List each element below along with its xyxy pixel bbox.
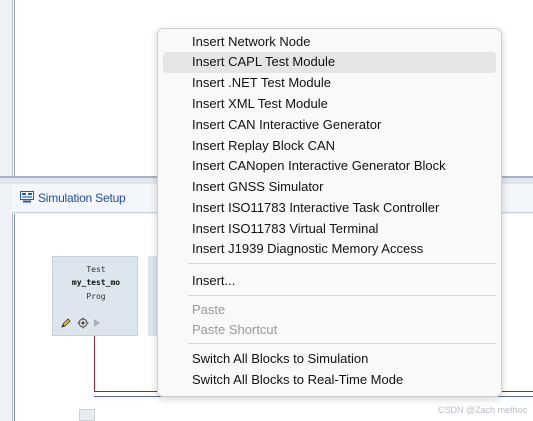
menu-item-insert-xml-test-module[interactable]: Insert XML Test Module bbox=[163, 94, 496, 115]
play-icon[interactable] bbox=[93, 319, 101, 327]
menu-item-insert-more[interactable]: Insert... bbox=[163, 271, 496, 292]
menu-item-insert-can-interactive-generator[interactable]: Insert CAN Interactive Generator bbox=[163, 115, 496, 136]
menu-separator bbox=[188, 263, 496, 264]
watermark: CSDN @Zach methoc bbox=[438, 405, 528, 415]
menu-item-label: Insert XML Test Module bbox=[192, 96, 328, 111]
menu-item-switch-to-simulation[interactable]: Switch All Blocks to Simulation bbox=[163, 349, 496, 370]
menu-separator bbox=[188, 343, 496, 344]
menu-item-insert-network-node[interactable]: Insert Network Node bbox=[163, 32, 496, 53]
menu-item-label: Insert Replay Block CAN bbox=[192, 138, 336, 153]
upper-left-strip bbox=[0, 0, 13, 178]
menu-item-label: Paste bbox=[192, 302, 226, 317]
simulation-left-strip bbox=[0, 184, 13, 421]
pencil-icon[interactable] bbox=[60, 317, 72, 329]
connection-line bbox=[94, 336, 95, 392]
menu-item-label: Insert ISO11783 Interactive Task Control… bbox=[192, 200, 440, 215]
menu-item-insert-j1939-diagnostic-memory-access[interactable]: Insert J1939 Diagnostic Memory Access bbox=[163, 239, 496, 260]
block-name-label: my_test_mo bbox=[71, 278, 121, 287]
simulation-setup-icon bbox=[20, 191, 34, 203]
menu-item-label: Switch All Blocks to Simulation bbox=[192, 351, 369, 366]
block-kind-label: Prog bbox=[86, 292, 106, 301]
menu-item-insert-iso11783-task-controller[interactable]: Insert ISO11783 Interactive Task Control… bbox=[163, 198, 496, 219]
menu-item-insert-net-test-module[interactable]: Insert .NET Test Module bbox=[163, 73, 496, 94]
upper-pane-border bbox=[14, 0, 15, 176]
simulation-setup-title: Simulation Setup bbox=[38, 191, 126, 205]
test-module-block[interactable]: Test my_test_mo Prog bbox=[52, 256, 138, 336]
block-type-label: Test bbox=[86, 265, 106, 274]
menu-item-label: Insert... bbox=[192, 273, 236, 288]
menu-item-insert-iso11783-virtual-terminal[interactable]: Insert ISO11783 Virtual Terminal bbox=[163, 219, 496, 240]
menu-separator bbox=[188, 295, 496, 296]
menu-item-label: Insert CAPL Test Module bbox=[192, 54, 336, 69]
menu-item-label: Insert CAN Interactive Generator bbox=[192, 117, 382, 132]
menu-item-label: Insert CANopen Interactive Generator Blo… bbox=[192, 158, 446, 173]
menu-item-label: Insert Network Node bbox=[192, 34, 311, 49]
menu-item-insert-gnss-simulator[interactable]: Insert GNSS Simulator bbox=[163, 177, 496, 198]
menu-item-paste-shortcut: Paste Shortcut bbox=[163, 320, 496, 341]
menu-item-label: Insert .NET Test Module bbox=[192, 75, 331, 90]
menu-item-label: Switch All Blocks to Real-Time Mode bbox=[192, 372, 404, 387]
menu-item-label: Insert ISO11783 Virtual Terminal bbox=[192, 221, 379, 236]
menu-item-label: Insert J1939 Diagnostic Memory Access bbox=[192, 241, 424, 256]
menu-item-label: Insert GNSS Simulator bbox=[192, 179, 324, 194]
menu-item-insert-canopen-interactive-generator[interactable]: Insert CANopen Interactive Generator Blo… bbox=[163, 156, 496, 177]
menu-item-label: Paste Shortcut bbox=[192, 322, 278, 337]
menu-item-switch-to-real-time[interactable]: Switch All Blocks to Real-Time Mode bbox=[163, 370, 496, 391]
menu-item-insert-capl-test-module[interactable]: Insert CAPL Test Module bbox=[163, 52, 496, 73]
menu-item-paste: Paste bbox=[163, 300, 496, 321]
context-menu: Insert Network Node Insert CAPL Test Mod… bbox=[157, 28, 502, 397]
bus-node[interactable] bbox=[79, 409, 95, 421]
gear-icon[interactable] bbox=[77, 317, 89, 329]
menu-item-insert-replay-block-can[interactable]: Insert Replay Block CAN bbox=[163, 136, 496, 157]
